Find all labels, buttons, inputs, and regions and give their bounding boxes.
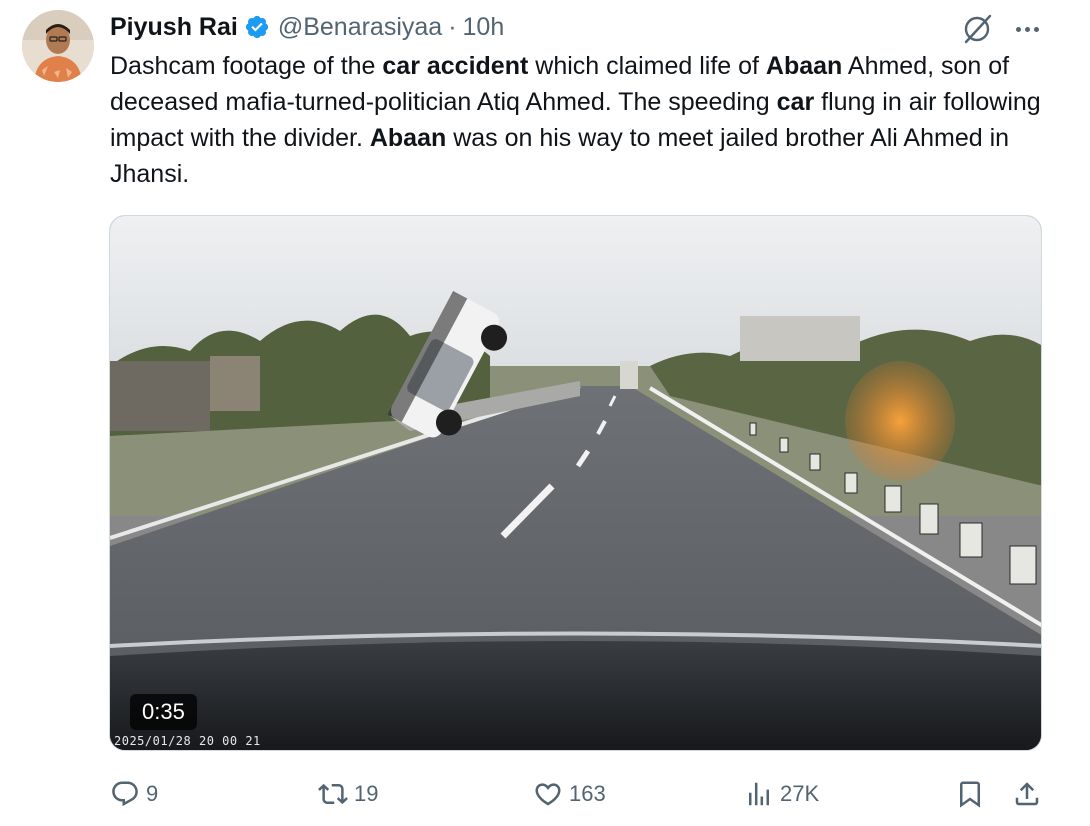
tweet-text-segment: Dashcam footage of the <box>110 52 383 80</box>
views-button[interactable]: 27K <box>744 772 819 816</box>
dashcam-timestamp: 2025/01/28 20 00 21 <box>114 734 261 748</box>
tweet-text-segment: which claimed life of <box>528 52 766 80</box>
bookmark-button[interactable] <box>955 772 985 816</box>
reply-count: 9 <box>146 781 159 806</box>
more-icon[interactable] <box>1010 14 1044 44</box>
header-separator: · <box>448 12 457 41</box>
tweet-text-highlight: Abaan <box>369 124 447 152</box>
repost-button[interactable]: 19 <box>318 772 378 816</box>
tweet-text-highlight: car <box>776 88 815 116</box>
grok-icon[interactable] <box>960 12 994 46</box>
views-count: 27K <box>780 781 820 806</box>
repost-count: 19 <box>354 781 379 806</box>
avatar[interactable] <box>22 10 94 82</box>
share-icon <box>1015 782 1039 806</box>
tweet-text: Dashcam footage of the car accident whic… <box>110 48 1060 192</box>
author-name[interactable]: Piyush Rai <box>110 13 238 42</box>
tweet-header: Piyush Rai @Benarasiyaa · 10h <box>110 10 504 44</box>
video-frame <box>110 216 1041 750</box>
like-button[interactable]: 163 <box>533 772 606 816</box>
repost-icon <box>318 783 348 805</box>
heart-icon <box>535 783 561 806</box>
tweet-text-highlight: car accident <box>382 52 529 80</box>
avatar-image <box>22 10 94 82</box>
tweet-time[interactable]: 10h <box>463 13 505 42</box>
like-count: 163 <box>569 781 606 806</box>
author-handle[interactable]: @Benarasiyaa <box>278 13 442 42</box>
reply-icon <box>112 781 138 807</box>
video-duration-badge: 0:35 <box>130 694 197 730</box>
video-player[interactable] <box>109 215 1042 751</box>
action-bar: 9 19 163 27K <box>0 772 1090 816</box>
reply-button[interactable]: 9 <box>110 772 158 816</box>
verified-badge-icon[interactable] <box>244 14 270 40</box>
tweet-text-highlight: Abaan <box>765 52 843 80</box>
views-icon <box>749 782 769 806</box>
bookmark-icon <box>960 781 980 808</box>
share-button[interactable] <box>1012 772 1042 816</box>
